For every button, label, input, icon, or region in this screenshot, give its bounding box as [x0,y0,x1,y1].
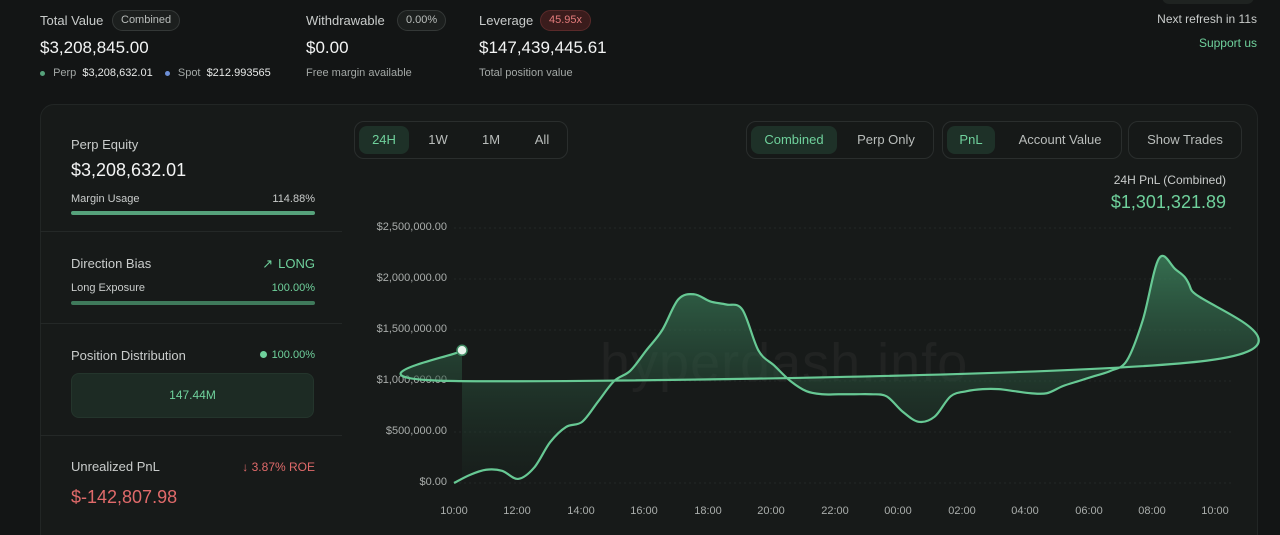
x-tick-label: 04:00 [1011,505,1039,517]
x-tick-label: 22:00 [821,505,849,517]
x-tick-label: 14:00 [567,505,595,517]
pnl-area-fill [400,255,1259,483]
x-tick-label: 02:00 [948,505,976,517]
x-tick-label: 10:00 [440,505,468,517]
x-tick-label: 18:00 [694,505,722,517]
x-tick-label: 12:00 [503,505,531,517]
x-tick-label: 10:00 [1201,505,1229,517]
pnl-area-chart[interactable] [0,0,1280,535]
current-value-marker[interactable] [456,344,468,357]
x-tick-label: 16:00 [630,505,658,517]
x-tick-label: 06:00 [1075,505,1103,517]
x-tick-label: 08:00 [1138,505,1166,517]
x-tick-label: 00:00 [884,505,912,517]
x-tick-label: 20:00 [757,505,785,517]
chart-grid [454,227,1231,484]
